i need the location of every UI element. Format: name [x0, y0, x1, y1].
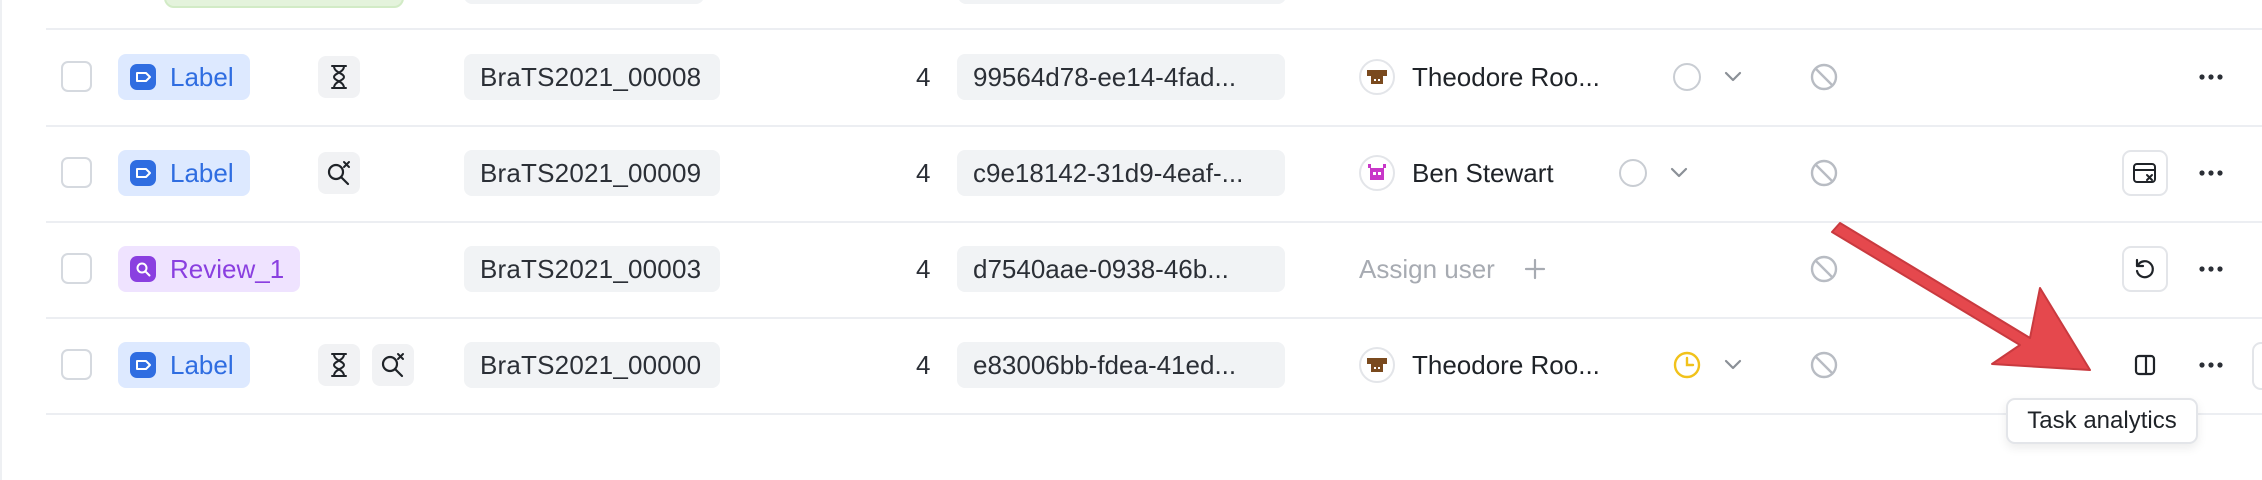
assignee-name[interactable]: Theodore Roo...: [1412, 54, 1600, 100]
row-checkbox[interactable]: [61, 157, 92, 188]
task-count: 4: [916, 62, 931, 92]
table-row[interactable]: Label BraTS2021_00000 4 e83006bb-fdea-41…: [46, 318, 2262, 415]
stage-label: Label: [170, 157, 234, 188]
stage-tag: Label: [118, 54, 250, 100]
blocked-icon[interactable]: [1808, 253, 1840, 285]
task-id: e83006bb-fdea-41ed...: [957, 342, 1285, 388]
task-analytics-button[interactable]: [2122, 342, 2168, 388]
chevron-down-icon[interactable]: [1665, 159, 1693, 187]
stage-tag: Label: [118, 342, 250, 388]
stage-label: Label: [170, 349, 234, 380]
hourglass-icon[interactable]: [318, 344, 360, 386]
in-progress-clock-icon[interactable]: [1671, 349, 1703, 381]
blocked-icon[interactable]: [1808, 157, 1840, 189]
id-chip-partial: [958, 0, 1286, 4]
open-task-button[interactable]: [2252, 342, 2262, 390]
task-name: BraTS2021_00003: [464, 246, 720, 292]
avatar: [1359, 347, 1395, 383]
label-tag-icon: [130, 64, 156, 90]
row-checkbox[interactable]: [61, 61, 92, 92]
more-options-icon[interactable]: [2188, 150, 2234, 196]
stage-label: Review_1: [170, 253, 285, 284]
task-id: 99564d78-ee14-4fad...: [957, 54, 1285, 100]
chevron-down-icon[interactable]: [1719, 63, 1747, 91]
chevron-down-icon[interactable]: [1719, 351, 1747, 379]
search-cancel-icon[interactable]: [318, 152, 360, 194]
avatar: [1359, 59, 1395, 95]
assignee-name[interactable]: Ben Stewart: [1412, 150, 1554, 196]
avatar: [1359, 155, 1395, 191]
search-cancel-icon[interactable]: [372, 344, 414, 386]
calendar-x-button[interactable]: [2122, 150, 2168, 196]
more-options-icon[interactable]: [2188, 342, 2234, 388]
blocked-icon[interactable]: [1808, 349, 1840, 381]
name-chip-partial: [464, 0, 704, 4]
task-name: BraTS2021_00008: [464, 54, 720, 100]
stage-tag-partial: [164, 0, 404, 8]
task-name: BraTS2021_00009: [464, 150, 720, 196]
table-row[interactable]: Label BraTS2021_00008 4 99564d78-ee14-4f…: [46, 30, 2262, 127]
assign-user-button[interactable]: Assign user: [1359, 246, 1495, 292]
plus-icon[interactable]: [1521, 255, 1549, 283]
task-name: BraTS2021_00000: [464, 342, 720, 388]
task-count: 4: [916, 158, 931, 188]
review-search-icon: [130, 256, 156, 282]
hourglass-icon[interactable]: [318, 56, 360, 98]
table-row-partial: [46, 0, 2262, 30]
task-id: d7540aae-0938-46b...: [957, 246, 1285, 292]
task-id: c9e18142-31d9-4eaf-...: [957, 150, 1285, 196]
label-tag-icon: [130, 160, 156, 186]
reset-button[interactable]: [2122, 246, 2168, 292]
task-count: 4: [916, 254, 931, 284]
stage-tag: Label: [118, 150, 250, 196]
blocked-icon[interactable]: [1808, 61, 1840, 93]
stage-tag: Review_1: [118, 246, 301, 292]
assignee-name[interactable]: Theodore Roo...: [1412, 342, 1600, 388]
row-checkbox[interactable]: [61, 349, 92, 380]
left-border: [0, 0, 2, 480]
table-row[interactable]: Review_1 BraTS2021_00003 4 d7540aae-0938…: [46, 222, 2262, 319]
status-empty-icon[interactable]: [1619, 159, 1647, 187]
stage-label: Label: [170, 61, 234, 92]
table-row[interactable]: Label BraTS2021_00009 4 c9e18142-31d9-4e…: [46, 126, 2262, 223]
task-count: 4: [916, 350, 931, 380]
more-options-icon[interactable]: [2188, 246, 2234, 292]
label-tag-icon: [130, 352, 156, 378]
status-empty-icon[interactable]: [1673, 63, 1701, 91]
tooltip: Task analytics: [2006, 398, 2198, 444]
more-options-icon[interactable]: [2188, 54, 2234, 100]
row-checkbox[interactable]: [61, 253, 92, 284]
